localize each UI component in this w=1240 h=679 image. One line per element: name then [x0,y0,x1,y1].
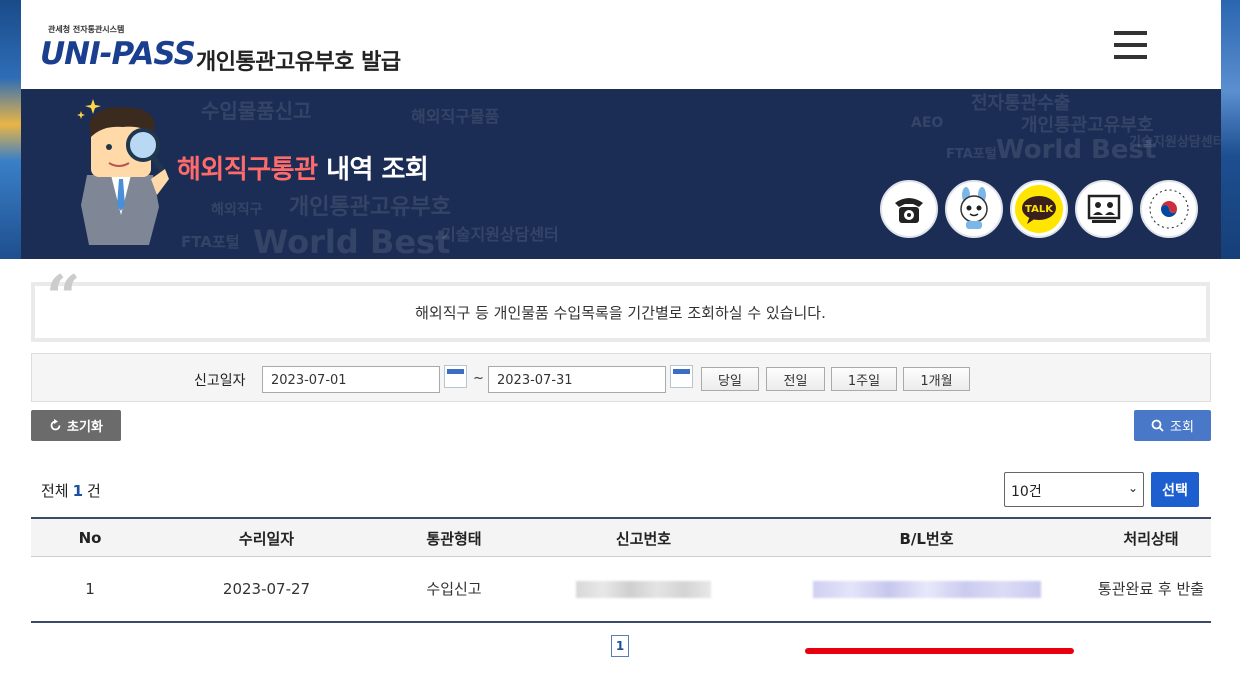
banner-title-rest: 내역 조회 [317,155,429,185]
banner-bg-word: FTA포털 [946,147,997,162]
banner-bg-word: AEO [911,115,944,131]
cell-no: 1 [85,579,95,598]
banner-bg-word: 기술지원상담센터 [1129,135,1221,150]
date-to-input[interactable]: 2023-07-31 [488,366,666,393]
cell-accept-date: 2023-07-27 [222,579,311,598]
refresh-icon [50,419,61,431]
date-range-separator: ~ [473,371,484,386]
search-button-label: 조회 [1170,420,1194,435]
cell-clearance-type: 수입신고 [426,579,482,598]
cell-status: 통관완료 후 반출 [1097,579,1205,598]
table-header: No 수리일자 통관형태 신고번호 B/L번호 처리상태 [31,517,1211,557]
period-1month-button[interactable]: 1개월 [903,367,970,391]
date-from-input[interactable]: 2023-07-01 [262,366,440,393]
pagination-page-1[interactable]: 1 [611,635,629,657]
results-table: No 수리일자 통관형태 신고번호 B/L번호 처리상태 1 2023-07-2… [31,517,1211,654]
banner-title: 해외직구통관 내역 조회 [177,149,429,186]
background-strip-left [0,0,21,259]
total-suffix: 건 [87,482,101,500]
banner-bg-word: 해외직구 [211,202,263,218]
background-strip-right [1221,0,1240,259]
banner-bg-word: 해외직구물품 [411,107,500,126]
banner-bg-word: World Best [253,223,451,259]
column-header-bl-number: B/L번호 [899,529,954,548]
page-size-apply-button[interactable]: 선택 [1151,472,1199,507]
banner-bg-word: 수입물품신고 [201,99,312,123]
page-banner: 수입물품신고 해외직구물품 개인통관고유부호 World Best 기술지원상담… [21,89,1221,259]
talk-label: TALK [1025,204,1054,215]
report-date-label: 신고일자 [194,373,246,389]
banner-bg-word: 개인통관고유부호 [289,195,451,220]
banner-bg-word: 기술지원상담센터 [441,225,559,244]
column-header-accept-date: 수리일자 [238,529,295,548]
period-yesterday-button[interactable]: 전일 [766,367,825,391]
chevron-down-icon: ⌄ [1127,481,1138,495]
info-notice-text: 해외직구 등 개인물품 수입목록을 기간별로 조회하실 수 있습니다. [415,303,826,322]
government-emblem-icon[interactable] [1140,180,1198,238]
page-size-select[interactable]: 10건 ⌄ [1004,472,1144,507]
unipass-logo[interactable]: 관세청 전자통관시스템 UNI-PASS [40,24,196,78]
banner-title-accent: 해외직구통관 [177,155,318,185]
mascot-icon[interactable] [945,180,1003,238]
cell-bl-number-redacted[interactable] [794,557,1059,621]
talk-icon[interactable]: TALK [1010,180,1068,238]
info-notice-box: 해외직구 등 개인물품 수입목록을 기간별로 조회하실 수 있습니다. [31,282,1210,342]
site-title: 개인통관고유부호 발급 [196,50,401,75]
hamburger-menu-icon[interactable] [1114,31,1147,63]
search-button[interactable]: 조회 [1134,410,1211,441]
reset-button-label: 초기화 [67,420,103,435]
column-header-status: 처리상태 [1123,529,1179,548]
search-filter-panel: 신고일자 2023-07-01 ~ 2023-07-31 당일 전일 1주일 1… [31,353,1211,402]
highlight-underline [805,648,1074,654]
search-icon [1151,419,1164,432]
cell-report-number-redacted [551,557,736,621]
calendar-from-icon[interactable] [444,365,467,388]
logo-subtitle: 관세청 전자통관시스템 [48,25,125,34]
total-count-summary: 전체 1 건 [41,480,101,501]
phone-icon[interactable] [880,180,938,238]
total-prefix: 전체 [41,482,69,500]
period-today-button[interactable]: 당일 [701,367,759,391]
banner-bg-word: FTA포털 [181,233,240,251]
period-1week-button[interactable]: 1주일 [831,367,897,391]
customs-officer-mascot [77,99,169,245]
column-header-clearance-type: 통관형태 [426,529,482,548]
quote-icon: “ [46,263,81,333]
table-row[interactable]: 1 2023-07-27 수입신고 통관완료 후 반출 [31,557,1211,654]
column-header-report-number: 신고번호 [615,529,672,548]
consult-icon[interactable] [1075,180,1133,238]
total-count: 1 [72,482,84,500]
site-header: 관세청 전자통관시스템 UNI-PASS 개인통관고유부호 발급 [21,0,1221,89]
calendar-to-icon[interactable] [670,365,693,388]
reset-button[interactable]: 초기화 [31,410,121,441]
logo-wordmark: UNI-PASS [40,36,196,72]
column-header-no: No [78,529,102,547]
page-size-value: 10건 [1011,484,1042,500]
